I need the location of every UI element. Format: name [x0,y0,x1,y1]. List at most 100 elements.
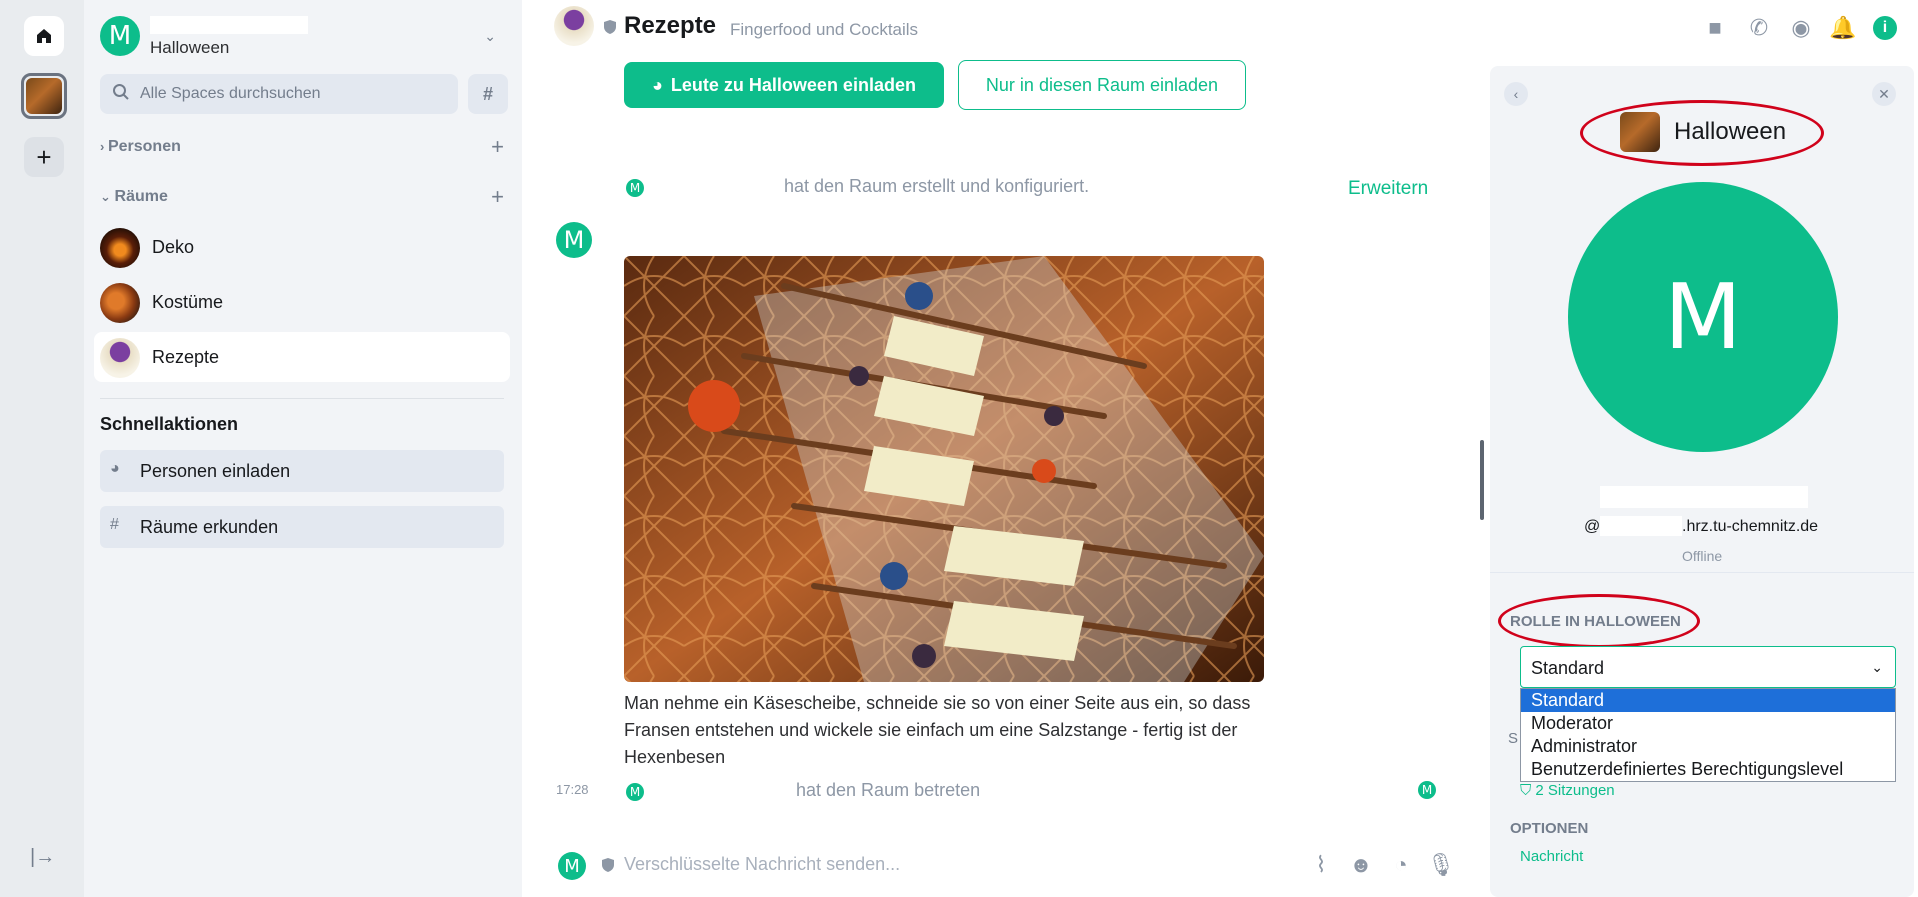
invite-to-space-button[interactable]: ◕ Leute zu Halloween einladen [624,62,944,108]
role-select-value: Standard [1531,658,1605,678]
expand-panel-icon[interactable]: |→ [30,846,55,869]
plus-icon: + [36,141,52,172]
quick-actions-title: Schnellaktionen [100,414,239,434]
room-item-kostueme[interactable]: Kostüme [94,277,510,327]
shield-icon: ⛉ [1520,782,1536,799]
role-option-standard[interactable]: Standard [1521,689,1895,712]
redacted-user-id [1600,516,1682,536]
user-avatar: M [100,16,140,56]
room-search-icon[interactable]: ◉ [1786,14,1816,42]
role-select[interactable]: Standard ⌄ [1520,646,1896,688]
redacted-display-name [1600,486,1808,508]
role-option-moderator[interactable]: Moderator [1521,712,1895,735]
highlight-annotation [1498,594,1700,648]
message-composer-input[interactable]: Verschlüsselte Nachricht senden... [624,854,900,875]
user-id-prefix: @ [1584,518,1601,535]
room-info-icon[interactable]: i [1870,14,1900,42]
room-label: Kostüme [152,292,224,312]
room-label: Deko [152,237,195,257]
home-icon [37,29,51,43]
section-rooms-label: Räume [114,188,168,205]
user-id-domain: .hrz.tu-chemnitz.de [1682,518,1819,535]
home-button[interactable] [24,16,64,56]
sender-avatar[interactable]: M [556,222,592,258]
invite-to-room-button[interactable]: Nur in diesen Raum einladen [958,60,1246,110]
sessions-link[interactable]: ⛉ 2 Sitzungen [1520,782,1615,799]
chevron-down-icon: ⌄ [1871,659,1883,675]
voice-call-icon[interactable]: ✆ [1744,14,1774,42]
room-header-avatar[interactable] [554,6,594,46]
explore-rooms-button[interactable]: # [468,74,508,114]
sticker-icon[interactable]: ◔ [1388,852,1414,878]
chevron-down-icon[interactable]: ⌄ [484,28,496,45]
section-people[interactable]: › Personen [100,138,181,156]
video-call-icon[interactable]: ■ [1700,14,1730,42]
space-name: Halloween [150,38,230,57]
room-timeline: Rezepte Fingerfood und Cocktails ◕ Leute… [522,0,1490,897]
back-button[interactable]: ‹ [1504,82,1528,106]
role-option-custom[interactable]: Benutzerdefiniertes Berechtigungslevel [1521,758,1895,781]
space-thumbnail [26,78,62,114]
highlight-annotation [1580,100,1824,166]
invite-people-label: Personen einladen [140,461,291,481]
explore-rooms-quick-button[interactable]: # Räume erkunden [100,506,504,548]
section-rooms[interactable]: ⌄ Räume [100,188,168,206]
shield-icon [604,20,616,34]
space-rail: + |→ [0,0,84,897]
room-joined-event: hat den Raum betreten [796,780,981,800]
presence-status: Offline [1682,548,1723,564]
chevron-left-icon: ‹ [1513,86,1519,102]
composer-avatar[interactable]: M [558,852,586,880]
user-info-panel: ‹ ✕ Halloween M @ .hrz.tu-chemnitz.de Of… [1490,66,1914,897]
role-option-administrator[interactable]: Administrator [1521,735,1895,758]
sessions-label: 2 Sitzungen [1535,782,1615,799]
event-avatar[interactable]: M [626,783,644,801]
user-large-avatar[interactable]: M [1568,182,1838,452]
room-avatar [100,338,140,378]
read-receipt-avatar[interactable]: M [1418,781,1436,799]
shield-icon [602,858,614,872]
search-placeholder: Alle Spaces durchsuchen [140,85,321,102]
timeline-scrollbar[interactable] [1480,440,1484,520]
space-halloween-button[interactable] [21,73,67,119]
divider [100,398,504,399]
search-icon [113,84,129,100]
room-label: Rezepte [152,347,220,367]
options-heading: OPTIONEN [1510,820,1589,837]
invite-to-space-label: Leute zu Halloween einladen [670,74,916,95]
message-image[interactable] [624,256,1264,682]
explore-rooms-icon: # [110,516,119,533]
attachment-icon[interactable]: ⌇ [1308,852,1334,878]
halloween-snack-photo [624,256,1264,682]
notifications-icon[interactable]: 🔔 [1828,14,1858,42]
room-list-panel: M Halloween ⌄ Alle Spaces durchsuchen # … [84,0,522,897]
room-topic[interactable]: Fingerfood und Cocktails [730,20,918,40]
role-dropdown: Standard Moderator Administrator Benutze… [1520,688,1896,782]
create-space-button[interactable]: + [24,137,64,177]
search-input[interactable]: Alle Spaces durchsuchen [100,74,458,114]
room-item-deko[interactable]: Deko [94,222,510,272]
divider [1490,572,1914,573]
message-body: Man nehme ein Käsescheibe, schneide sie … [624,693,1251,767]
room-created-event: hat den Raum erstellt und konfiguriert. [784,176,1090,196]
add-room-button[interactable]: + [491,184,504,210]
section-people-label: Personen [107,138,181,155]
chevron-right-icon: › [100,139,108,154]
invite-people-button[interactable]: ◕ Personen einladen [100,450,504,492]
emoji-icon[interactable]: ☻ [1348,852,1374,878]
room-avatar [100,283,140,323]
expand-events-link[interactable]: Erweitern [1348,178,1428,200]
close-icon: ✕ [1878,85,1890,102]
room-item-rezepte[interactable]: Rezepte [94,332,510,382]
send-message-link[interactable]: Nachricht [1520,848,1583,865]
room-title[interactable]: Rezepte [624,12,716,40]
add-people-button[interactable]: + [491,134,504,160]
space-header[interactable]: M Halloween ⌄ [100,14,500,60]
redacted-username [150,16,308,34]
chevron-down-icon: ⌄ [100,189,115,204]
close-button[interactable]: ✕ [1872,82,1896,106]
event-avatar[interactable]: M [626,179,644,197]
message-timestamp: 17:28 [556,782,589,797]
microphone-icon[interactable]: 🎙 [1427,852,1455,878]
invite-to-room-label: Nur in diesen Raum einladen [985,74,1219,95]
